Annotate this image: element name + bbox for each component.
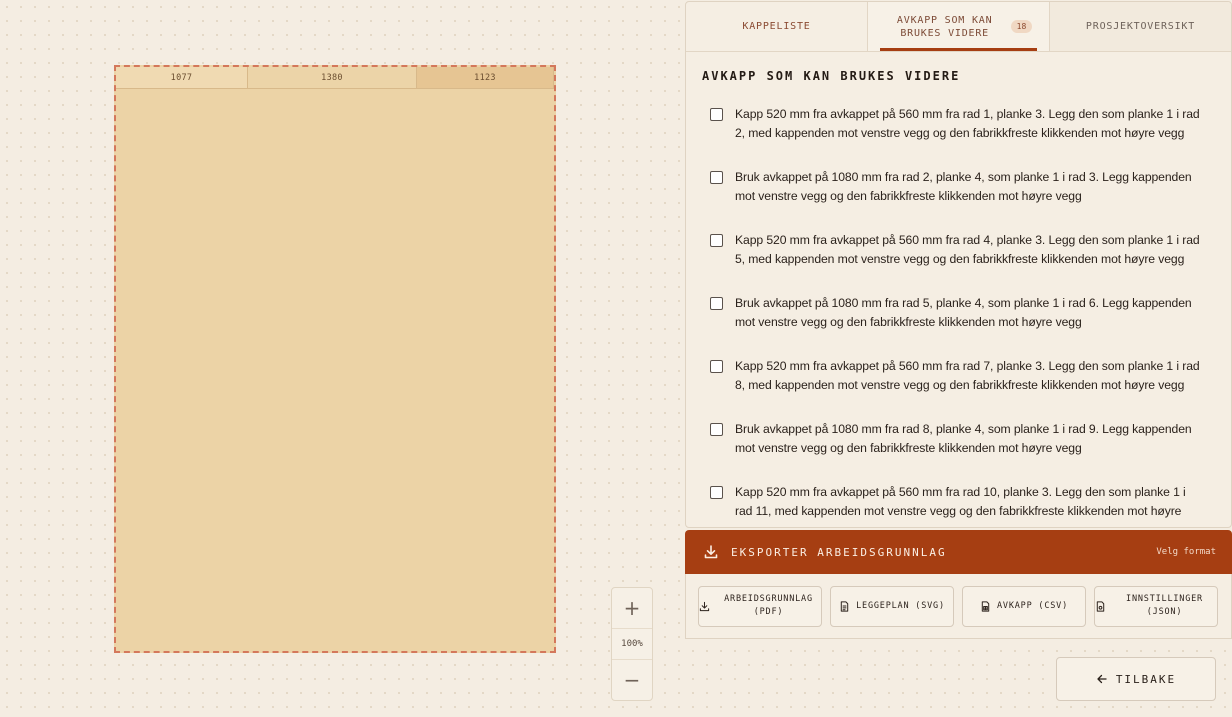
- export-title: EKSPORTER ARBEIDSGRUNNLAG: [731, 545, 947, 559]
- export-header[interactable]: EKSPORTER ARBEIDSGRUNNLAG Velg format: [685, 530, 1232, 574]
- item-checkbox[interactable]: [710, 171, 723, 184]
- reuse-list: Kapp 520 mm fra avkappet på 560 mm fra r…: [710, 105, 1200, 527]
- tab-bar: KAPPELISTE AVKAPP SOM KAN BRUKES VIDERE …: [686, 2, 1231, 52]
- download-icon: [699, 601, 710, 611]
- item-checkbox[interactable]: [710, 108, 723, 121]
- item-checkbox[interactable]: [710, 360, 723, 373]
- back-label: TILBAKE: [1115, 672, 1177, 686]
- plank-row: [116, 331, 554, 353]
- plank-row: [116, 309, 554, 331]
- plank-row: [116, 199, 554, 221]
- list-item: Bruk avkappet på 1080 mm fra rad 8, plan…: [710, 420, 1200, 483]
- plank-row: [116, 441, 554, 463]
- export-button-label: INNSTILLINGER (JSON): [1126, 594, 1203, 617]
- plank-row: [116, 595, 554, 617]
- plank-row: [116, 133, 554, 155]
- download-icon: [704, 545, 718, 559]
- list-item: Kapp 520 mm fra avkappet på 560 mm fra r…: [710, 483, 1200, 527]
- plank: 1123: [417, 67, 554, 89]
- plank-row: [116, 89, 554, 111]
- arrow-left-icon: [1097, 674, 1107, 684]
- side-panel: KAPPELISTE AVKAPP SOM KAN BRUKES VIDERE …: [685, 1, 1232, 528]
- export-button-label: LEGGEPLAN (SVG): [856, 600, 945, 611]
- tab-avkapp[interactable]: AVKAPP SOM KAN BRUKES VIDERE 18: [868, 2, 1050, 51]
- plank-row: [116, 155, 554, 177]
- plank-row: [116, 419, 554, 441]
- plank-row: [116, 287, 554, 309]
- zoom-out-button[interactable]: −: [612, 660, 652, 700]
- list-item: Kapp 520 mm fra avkappet på 560 mm fra r…: [710, 357, 1200, 420]
- export-options: ARBEIDSGRUNNLAG (PDF) LEGGEPLAN (SVG) AV…: [685, 574, 1232, 639]
- item-checkbox[interactable]: [710, 234, 723, 247]
- plank-row: [116, 353, 554, 375]
- zoom-control: + 100% −: [611, 587, 653, 701]
- plank-row: [116, 265, 554, 287]
- export-button-label: ARBEIDSGRUNNLAG (PDF): [724, 594, 813, 617]
- export-hint: Velg format: [1156, 547, 1216, 557]
- settings-file-icon: [1096, 600, 1105, 612]
- floor-plan[interactable]: 1380138082052013801380300108013801120138…: [114, 65, 556, 653]
- plank-row: [116, 617, 554, 639]
- tab-kappeliste[interactable]: KAPPELISTE: [686, 2, 868, 51]
- plank-row: [116, 243, 554, 265]
- export-json-button[interactable]: INNSTILLINGER (JSON): [1094, 585, 1218, 627]
- item-checkbox[interactable]: [710, 297, 723, 310]
- plank-row: [116, 529, 554, 551]
- count-badge: 18: [1010, 20, 1033, 33]
- back-button[interactable]: TILBAKE: [1056, 657, 1216, 701]
- item-text: Kapp 520 mm fra avkappet på 560 mm fra r…: [735, 107, 1200, 140]
- plank: 1380: [248, 67, 417, 89]
- item-text: Bruk avkappet på 1080 mm fra rad 2, plan…: [735, 170, 1192, 203]
- list-item: Kapp 520 mm fra avkappet på 560 mm fra r…: [710, 105, 1200, 168]
- item-text: Bruk avkappet på 1080 mm fra rad 8, plan…: [735, 422, 1192, 455]
- plank: 1077: [116, 67, 248, 89]
- zoom-in-button[interactable]: +: [612, 588, 652, 628]
- plank-row: [116, 485, 554, 507]
- plank-row: [116, 397, 554, 419]
- plank-row: [116, 177, 554, 199]
- item-text: Kapp 520 mm fra avkappet på 560 mm fra r…: [735, 359, 1200, 392]
- plank-row: [116, 111, 554, 133]
- plank-row: [116, 507, 554, 529]
- spreadsheet-icon: [981, 600, 990, 612]
- export-pdf-button[interactable]: ARBEIDSGRUNNLAG (PDF): [698, 585, 822, 627]
- item-text: Kapp 520 mm fra avkappet på 560 mm fra r…: [735, 233, 1200, 266]
- list-item: Bruk avkappet på 1080 mm fra rad 2, plan…: [710, 168, 1200, 231]
- plank-row: [116, 463, 554, 485]
- plank-row: [116, 221, 554, 243]
- zoom-level: 100%: [612, 628, 652, 660]
- item-checkbox[interactable]: [710, 486, 723, 499]
- plank-row: [116, 639, 554, 651]
- plank-row: [116, 573, 554, 595]
- export-svg-button[interactable]: LEGGEPLAN (SVG): [830, 585, 954, 627]
- export-button-label: AVKAPP (CSV): [996, 600, 1068, 611]
- section-title: AVKAPP SOM KAN BRUKES VIDERE: [702, 69, 961, 83]
- item-checkbox[interactable]: [710, 423, 723, 436]
- plank-row: [116, 551, 554, 573]
- tab-label: KAPPELISTE: [742, 21, 811, 32]
- list-item: Bruk avkappet på 1080 mm fra rad 5, plan…: [710, 294, 1200, 357]
- export-csv-button[interactable]: AVKAPP (CSV): [962, 585, 1086, 627]
- tab-label: PROSJEKTOVERSIKT: [1085, 21, 1196, 32]
- plank-row: [116, 375, 554, 397]
- item-text: Kapp 520 mm fra avkappet på 560 mm fra r…: [735, 485, 1186, 527]
- tab-prosjektoversikt[interactable]: PROSJEKTOVERSIKT: [1050, 2, 1231, 51]
- tab-label: AVKAPP SOM KAN BRUKES VIDERE: [896, 14, 993, 39]
- list-item: Kapp 520 mm fra avkappet på 560 mm fra r…: [710, 231, 1200, 294]
- item-text: Bruk avkappet på 1080 mm fra rad 5, plan…: [735, 296, 1192, 329]
- file-icon: [840, 600, 849, 612]
